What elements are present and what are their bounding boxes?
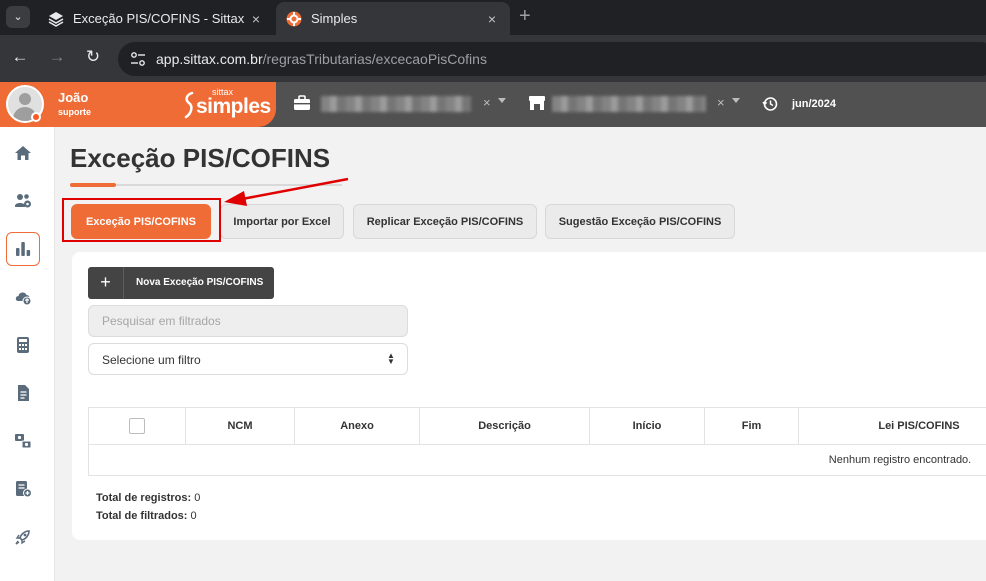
sidebar-item-launch[interactable] <box>6 520 40 554</box>
calculator-icon <box>17 337 29 353</box>
logo-mark-icon <box>184 91 194 119</box>
select-all-cell <box>89 408 186 444</box>
tab-close-icon[interactable]: × <box>248 11 264 27</box>
new-tab-button[interactable]: + <box>519 6 531 26</box>
establishment-name-redacted <box>552 96 706 112</box>
tab-importar-excel[interactable]: Importar por Excel <box>220 204 344 239</box>
tab-replicar-excecao[interactable]: Replicar Exceção PIS/COFINS <box>353 204 537 239</box>
tab-title: Simples <box>311 11 358 26</box>
money-exchange-icon <box>15 434 32 449</box>
establishment-selector[interactable]: × <box>528 94 742 114</box>
sidebar-item-cloud[interactable] <box>6 280 40 314</box>
table-header: NCM Anexo Descrição Início Fim Lei PIS/C… <box>89 408 986 445</box>
sidebar <box>0 127 55 581</box>
company-selector[interactable]: × <box>293 94 508 114</box>
empty-table-message: Nenhum registro encontrado. <box>828 454 972 466</box>
company-name-redacted <box>321 96 471 112</box>
store-icon <box>529 96 545 110</box>
column-anexo[interactable]: Anexo <box>295 408 420 444</box>
filter-select-value: Selecione um filtro <box>102 353 201 367</box>
column-descricao[interactable]: Descrição <box>420 408 590 444</box>
browser-address-bar: ← → ↻ app.sittax.com.br/regrasTributaria… <box>0 35 986 82</box>
sidebar-item-reports[interactable] <box>6 232 40 266</box>
sidebar-item-users[interactable] <box>6 184 40 218</box>
tab-sugestao-excecao[interactable]: Sugestão Exceção PIS/COFINS <box>545 204 735 239</box>
total-records: Total de registros: 0 <box>96 492 201 504</box>
clear-company-icon[interactable]: × <box>483 95 491 110</box>
browser-tab-excecao[interactable]: Exceção PIS/COFINS - Sittax Bas × <box>38 2 274 35</box>
select-all-checkbox[interactable] <box>129 418 145 434</box>
search-input[interactable] <box>88 305 408 337</box>
sidebar-item-documents[interactable] <box>6 376 40 410</box>
chevron-down-icon[interactable] <box>498 98 506 103</box>
brand-area: João suporte sittax simples <box>0 82 276 127</box>
chevron-down-icon[interactable] <box>732 98 740 103</box>
reload-icon[interactable]: ↻ <box>81 47 105 67</box>
browser-tab-simples[interactable]: Simples × <box>276 2 510 35</box>
plus-icon: + <box>88 267 124 299</box>
total-records-value: 0 <box>194 492 201 504</box>
document-icon <box>18 385 29 401</box>
user-name: João <box>58 90 89 105</box>
sittax-simples-logo[interactable]: sittax simples <box>182 87 271 122</box>
total-filtered: Total de filtrados: 0 <box>96 510 197 522</box>
new-exception-button[interactable]: + Nova Exceção PIS/COFINS <box>88 267 274 299</box>
home-icon <box>15 146 31 160</box>
rocket-icon <box>15 530 30 545</box>
document-add-icon <box>16 481 32 498</box>
site-settings-icon[interactable] <box>130 51 146 67</box>
sidebar-item-home[interactable] <box>6 136 40 170</box>
url-text: app.sittax.com.br/regrasTributarias/exce… <box>156 51 487 67</box>
sidebar-item-exchange[interactable] <box>6 424 40 458</box>
users-gear-icon <box>15 194 31 208</box>
exceptions-table: NCM Anexo Descrição Início Fim Lei PIS/C… <box>88 407 986 476</box>
briefcase-icon <box>294 95 310 110</box>
period-label: jun/2024 <box>792 98 837 110</box>
clear-establishment-icon[interactable]: × <box>717 95 725 110</box>
annotation-arrow-icon <box>224 177 349 206</box>
history-clock-icon <box>762 97 778 111</box>
bar-chart-icon <box>16 242 31 256</box>
sittax-favicon-icon <box>286 11 302 26</box>
column-inicio[interactable]: Início <box>590 408 705 444</box>
new-exception-label: Nova Exceção PIS/COFINS <box>136 277 264 288</box>
sidebar-item-calculator[interactable] <box>6 328 40 362</box>
filter-select[interactable]: Selecione um filtro ▲ ▼ <box>88 343 408 375</box>
forward-arrow-icon[interactable]: → <box>45 47 69 67</box>
app-header: João suporte sittax simples × × jun/2024 <box>0 82 986 127</box>
status-dot <box>31 112 41 122</box>
column-fim[interactable]: Fim <box>705 408 799 444</box>
tab-title: Exceção PIS/COFINS - Sittax Bas <box>73 11 248 26</box>
tab-search-button[interactable]: ⌄ <box>6 6 30 28</box>
tab-close-icon[interactable]: × <box>484 11 500 27</box>
sidebar-item-add-document[interactable] <box>6 472 40 506</box>
user-role: suporte <box>58 107 92 117</box>
browser-tab-bar: ⌄ Exceção PIS/COFINS - Sittax Bas × Simp… <box>0 0 986 35</box>
annotation-highlight-box <box>62 198 221 242</box>
page-title: Exceção PIS/COFINS <box>70 143 331 173</box>
select-arrows-icon: ▲ ▼ <box>387 351 395 366</box>
cloud-upload-icon <box>15 292 32 306</box>
column-ncm[interactable]: NCM <box>186 408 295 444</box>
back-arrow-icon[interactable]: ← <box>8 47 32 67</box>
url-input[interactable]: app.sittax.com.br/regrasTributarias/exce… <box>118 42 986 76</box>
total-filtered-value: 0 <box>190 510 197 522</box>
column-lei-pis-cofins[interactable]: Lei PIS/COFINS <box>799 408 986 444</box>
layers-icon <box>48 11 64 27</box>
